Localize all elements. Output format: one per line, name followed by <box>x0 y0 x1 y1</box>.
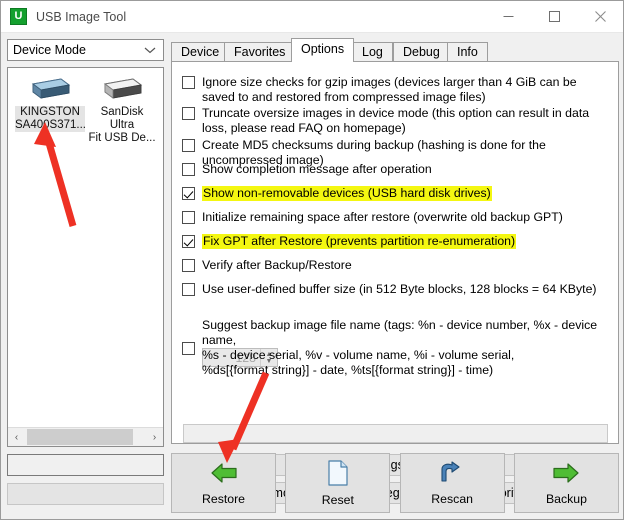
option-user-defined-buffer-size[interactable]: Use user-defined buffer size (in 512 Byt… <box>182 282 607 297</box>
reset-button[interactable]: Reset <box>285 453 391 513</box>
document-page-icon <box>327 459 349 489</box>
checkbox[interactable] <box>182 107 195 120</box>
option-label: Truncate oversize images in device mode … <box>202 106 590 135</box>
green-left-arrow-icon <box>209 461 239 488</box>
device-mode-select[interactable]: Device Mode <box>7 39 164 61</box>
option-label: Use user-defined buffer size (in 512 Byt… <box>202 282 597 296</box>
window-controls <box>485 1 623 32</box>
device-label: SanDisk Ultra Fit USB De... <box>88 106 156 144</box>
hard-drive-icon <box>28 76 72 102</box>
scroll-left-icon[interactable]: ‹ <box>8 428 25 446</box>
usb-image-tool-window: U USB Image Tool Device Mode KINGSTON SA… <box>0 0 624 520</box>
chevron-down-icon <box>144 43 156 57</box>
checkbox[interactable] <box>182 163 195 176</box>
device-items: KINGSTON SA400S371... SanDisk Ultra Fit … <box>8 68 163 426</box>
option-truncate-oversize[interactable]: Truncate oversize images in device mode … <box>182 106 602 136</box>
checkbox[interactable] <box>182 76 195 89</box>
blue-refresh-arrow-icon <box>438 460 466 488</box>
scroll-thumb[interactable] <box>27 429 133 445</box>
backup-button[interactable]: Backup <box>513 453 619 513</box>
rescan-button[interactable]: Rescan <box>399 453 505 513</box>
checkbox[interactable] <box>182 283 195 296</box>
option-label: Suggest backup image file name (tags: %n… <box>202 318 598 377</box>
backup-label: Backup <box>545 491 587 506</box>
tab-strip: Device Favorites Options Log Debug Info <box>171 38 619 62</box>
option-ignore-size-checks[interactable]: Ignore size checks for gzip images (devi… <box>182 75 602 105</box>
device-mode-value: Device Mode <box>13 43 86 57</box>
checkbox[interactable] <box>182 235 195 248</box>
checkbox[interactable] <box>182 341 195 355</box>
device-item-kingston[interactable]: KINGSTON SA400S371... <box>14 76 86 426</box>
option-label: Ignore size checks for gzip images (devi… <box>202 75 577 104</box>
action-bar: Restore Reset Rescan Backup <box>171 453 619 515</box>
checkbox[interactable] <box>182 259 195 272</box>
tab-log[interactable]: Log <box>352 42 393 62</box>
tab-info[interactable]: Info <box>447 42 488 62</box>
option-label: Show non-removable devices (USB hard dis… <box>202 186 492 201</box>
tab-device[interactable]: Device <box>171 42 230 62</box>
maximize-icon[interactable] <box>531 1 577 32</box>
option-label: Verify after Backup/Restore <box>202 258 352 272</box>
option-label: Initialize remaining space after restore… <box>202 210 563 224</box>
option-fix-gpt-after-restore[interactable]: Fix GPT after Restore (prevents partitio… <box>182 234 602 249</box>
device-list[interactable]: KINGSTON SA400S371... SanDisk Ultra Fit … <box>7 67 164 447</box>
option-show-non-removable[interactable]: Show non-removable devices (USB hard dis… <box>182 186 602 201</box>
green-right-arrow-icon <box>551 461 581 488</box>
rescan-label: Rescan <box>431 491 473 506</box>
checkbox[interactable] <box>182 211 195 224</box>
device-label: KINGSTON SA400S371... <box>15 106 86 132</box>
scroll-track[interactable] <box>25 428 146 446</box>
device-item-sandisk[interactable]: SanDisk Ultra Fit USB De... <box>86 76 158 426</box>
scroll-right-icon[interactable]: › <box>146 428 163 446</box>
minimize-icon[interactable] <box>485 1 531 32</box>
usb-drive-icon <box>100 76 144 102</box>
tab-options[interactable]: Options <box>291 38 355 62</box>
option-suggest-backup-filename[interactable]: Suggest backup image file name (tags: %n… <box>182 318 607 378</box>
window-title: USB Image Tool <box>36 9 127 24</box>
restore-button[interactable]: Restore <box>171 453 276 513</box>
usb-image-tool-icon: U <box>10 8 27 25</box>
volume-name-field[interactable] <box>7 454 164 476</box>
restore-label: Restore <box>201 491 246 506</box>
backup-filename-input[interactable] <box>183 424 608 443</box>
option-verify-after-backup-restore[interactable]: Verify after Backup/Restore <box>182 258 602 273</box>
device-info-field <box>7 483 164 505</box>
reset-label: Reset <box>321 492 354 507</box>
checkbox[interactable] <box>182 187 195 200</box>
option-show-completion-message[interactable]: Show completion message after operation <box>182 162 602 177</box>
checkbox[interactable] <box>182 139 195 152</box>
option-label: Show completion message after operation <box>202 162 432 176</box>
option-label: Fix GPT after Restore (prevents partitio… <box>202 234 517 249</box>
tab-debug[interactable]: Debug <box>393 42 450 62</box>
tab-favorites[interactable]: Favorites <box>224 42 296 62</box>
device-list-hscrollbar[interactable]: ‹ › <box>8 427 163 446</box>
title-bar: U USB Image Tool <box>1 1 623 33</box>
option-initialize-remaining-space[interactable]: Initialize remaining space after restore… <box>182 210 602 225</box>
close-icon[interactable] <box>577 1 623 32</box>
options-panel: Ignore size checks for gzip images (devi… <box>171 61 619 504</box>
